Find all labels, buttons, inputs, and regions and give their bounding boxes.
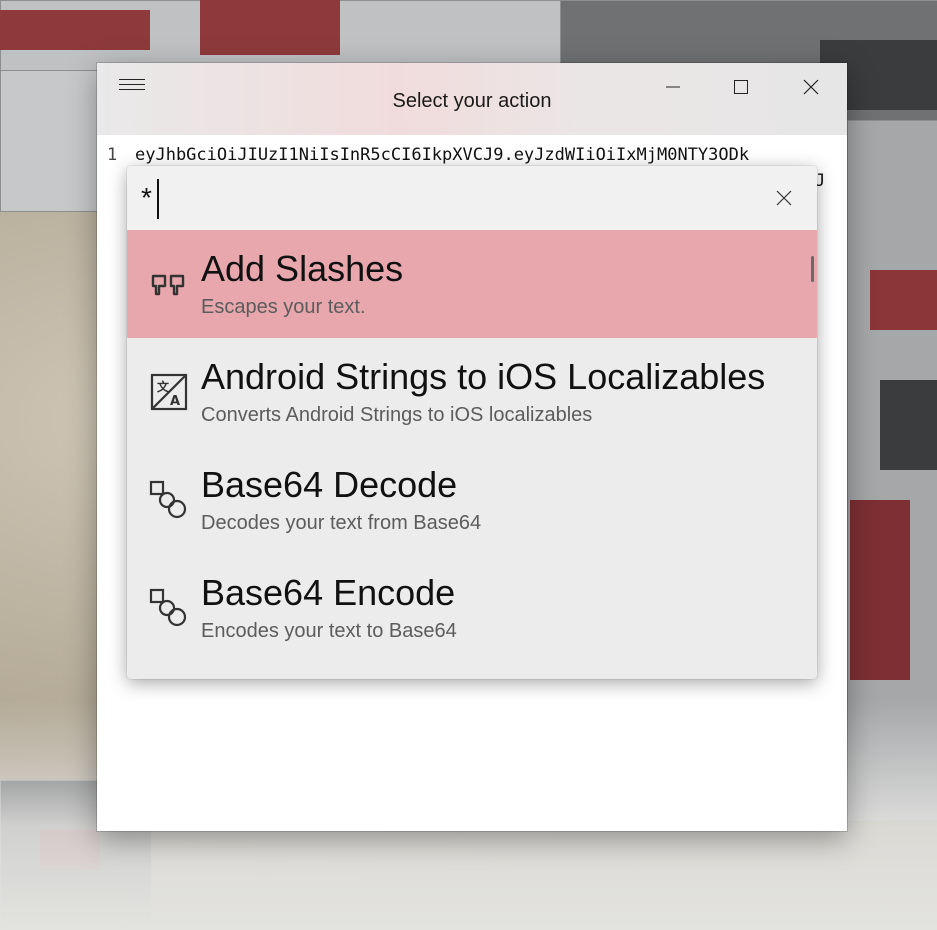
maximize-button[interactable] xyxy=(707,63,775,111)
list-item[interactable]: Base64 Decode Decodes your text from Bas… xyxy=(127,446,817,554)
close-icon xyxy=(776,190,792,206)
minimize-icon xyxy=(666,86,680,88)
item-title: Add Slashes xyxy=(201,248,404,289)
quote-icon xyxy=(151,274,185,296)
list-item[interactable]: 文 A Android Strings to iOS Localizables … xyxy=(127,338,817,446)
action-list[interactable]: Add Slashes Escapes your text. 文 A Andro… xyxy=(127,230,817,679)
close-icon xyxy=(803,79,819,95)
minimize-button[interactable] xyxy=(639,63,707,111)
text-caret xyxy=(157,179,159,219)
search-input[interactable] xyxy=(141,178,741,218)
item-description: Encodes your text to Base64 xyxy=(201,620,457,642)
maximize-icon xyxy=(734,80,748,94)
line-content[interactable]: eyJhbGciOiJIUzI1NiIsInR5cCI6IkpXVCJ9.eyJ… xyxy=(135,145,749,165)
item-title: Android Strings to iOS Localizables xyxy=(201,356,766,397)
svg-text:A: A xyxy=(170,394,180,409)
transform-icon xyxy=(149,588,187,627)
item-description: Decodes your text from Base64 xyxy=(201,512,482,534)
clear-search-button[interactable] xyxy=(771,185,797,211)
item-title: Base64 Decode xyxy=(201,464,458,505)
search-bar xyxy=(127,166,817,230)
list-item[interactable]: Base64 Encode Encodes your text to Base6… xyxy=(127,554,817,662)
close-button[interactable] xyxy=(777,63,845,111)
scrollbar-thumb[interactable] xyxy=(811,256,814,282)
transform-icon xyxy=(149,480,187,519)
translate-icon: 文 A xyxy=(150,373,188,411)
title-bar: Select your action xyxy=(97,63,847,135)
item-description: Escapes your text. xyxy=(201,296,366,318)
item-description: Converts Android Strings to iOS localiza… xyxy=(201,404,593,426)
item-title: Base64 Encode xyxy=(201,572,456,613)
svg-text:文: 文 xyxy=(157,379,170,394)
action-palette: Add Slashes Escapes your text. 文 A Andro… xyxy=(127,166,817,679)
list-item[interactable]: Add Slashes Escapes your text. xyxy=(127,230,817,338)
line-number: 1 xyxy=(107,145,118,165)
